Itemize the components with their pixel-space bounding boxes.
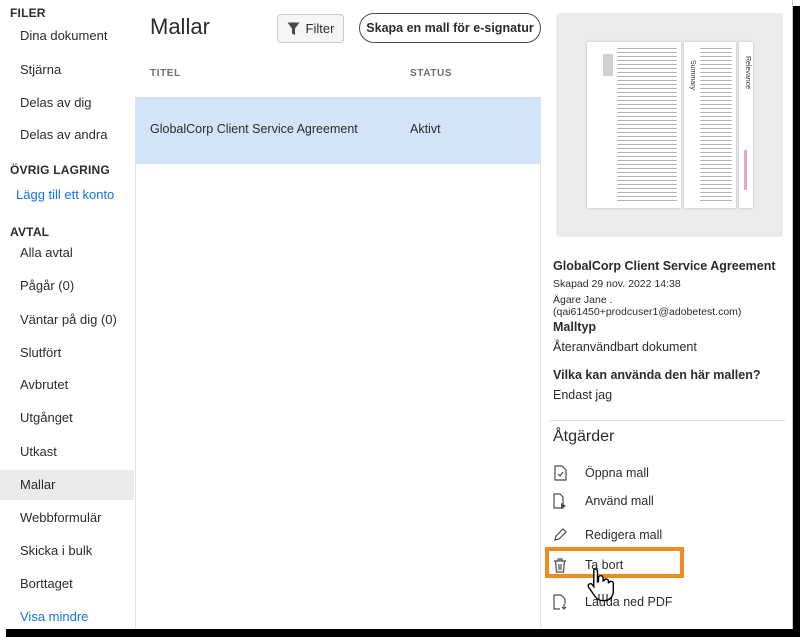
filter-label: Filter	[305, 21, 335, 36]
sidebar-item-cancelled[interactable]: Avbrutet	[0, 370, 134, 400]
row-status: Aktivt	[410, 122, 441, 136]
action-label: Använd mall	[585, 494, 654, 508]
preview-page-2: Summary	[684, 42, 736, 208]
sidebar-item-waiting-for-you[interactable]: Väntar på dig (0)	[0, 305, 134, 335]
use-template-icon	[552, 492, 568, 510]
show-less-link[interactable]: Visa mindre	[0, 602, 134, 632]
preview-page-label-relevance: Relevance	[744, 56, 751, 90]
section-heading-other-storage: ÖVRIG LAGRING	[10, 163, 110, 177]
column-header-title[interactable]: TITEL	[150, 68, 181, 79]
frame-shadow-right	[793, 6, 800, 637]
table-body	[135, 97, 541, 629]
preview-page-label-summary: Summary	[689, 60, 696, 90]
action-label: Redigera mall	[585, 528, 663, 542]
sidebar-item-expired[interactable]: Utgånget	[0, 403, 134, 433]
filter-icon	[287, 22, 300, 35]
column-header-status[interactable]: STATUS	[410, 68, 452, 79]
sidebar-item-shared-by-you[interactable]: Delas av dig	[0, 88, 134, 118]
sidebar-item-in-progress[interactable]: Pågår (0)	[0, 271, 134, 301]
preview-page-1	[587, 42, 681, 208]
who-can-use-value: Endast jag	[553, 388, 613, 402]
download-pdf-icon	[552, 593, 568, 611]
section-heading-files: FILER	[10, 6, 46, 20]
sidebar-item-web-forms[interactable]: Webbformulär	[0, 503, 134, 533]
document-title: GlobalCorp Client Service Agreement	[553, 259, 776, 273]
hand-cursor-icon	[587, 568, 614, 602]
table-row[interactable]: GlobalCorp Client Service Agreement Akti…	[135, 97, 541, 164]
section-heading-agreements: AVTAL	[10, 225, 50, 239]
sidebar-item-shared-by-others[interactable]: Delas av andra	[0, 120, 134, 150]
open-doc-icon	[552, 464, 568, 482]
sidebar: FILER Dina dokument Stjärna Delas av dig…	[0, 0, 135, 629]
details-panel: Summary Relevance GlobalCorp Client Serv…	[542, 0, 792, 629]
sidebar-item-drafts[interactable]: Utkast	[0, 437, 134, 467]
add-account-link[interactable]: Lägg till ett konto	[0, 180, 134, 210]
divider	[549, 420, 785, 421]
use-template-action[interactable]: Använd mall	[552, 489, 654, 513]
sidebar-item-starred[interactable]: Stjärna	[0, 55, 134, 85]
sidebar-item-completed[interactable]: Slutfört	[0, 338, 134, 368]
create-template-button[interactable]: Skapa en mall för e-signatur	[359, 13, 541, 43]
edit-template-action[interactable]: Redigera mall	[552, 523, 662, 547]
sidebar-item-send-in-bulk[interactable]: Skicka i bulk	[0, 536, 134, 566]
templates-list: Mallar Filter Skapa en mall för e-signat…	[135, 0, 542, 629]
sidebar-item-templates[interactable]: Mallar	[0, 470, 134, 500]
open-template-action[interactable]: Öppna mall	[552, 461, 649, 485]
action-label: Öppna mall	[585, 466, 649, 480]
owner-info: Ägare Jane . (qai61450+prodcuser1@adobet…	[553, 294, 742, 318]
filter-button[interactable]: Filter	[277, 14, 344, 43]
actions-heading: Åtgärder	[553, 428, 615, 445]
row-title: GlobalCorp Client Service Agreement	[150, 122, 358, 136]
sidebar-item-deleted[interactable]: Borttaget	[0, 569, 134, 599]
document-preview[interactable]: Summary Relevance	[556, 13, 783, 237]
pencil-icon	[552, 526, 568, 544]
template-type-value: Återanvändbart dokument	[553, 340, 697, 354]
page-title: Mallar	[150, 14, 210, 39]
sidebar-item-all-agreements[interactable]: Alla avtal	[0, 238, 134, 268]
who-can-use-heading: Vilka kan använda den här mallen?	[553, 368, 761, 382]
template-type-heading: Malltyp	[553, 320, 597, 334]
sidebar-item-your-documents[interactable]: Dina dokument	[0, 21, 134, 51]
created-date: Skapad 29 nov. 2022 14:38	[553, 278, 681, 290]
preview-page-3: Relevance	[739, 42, 753, 208]
